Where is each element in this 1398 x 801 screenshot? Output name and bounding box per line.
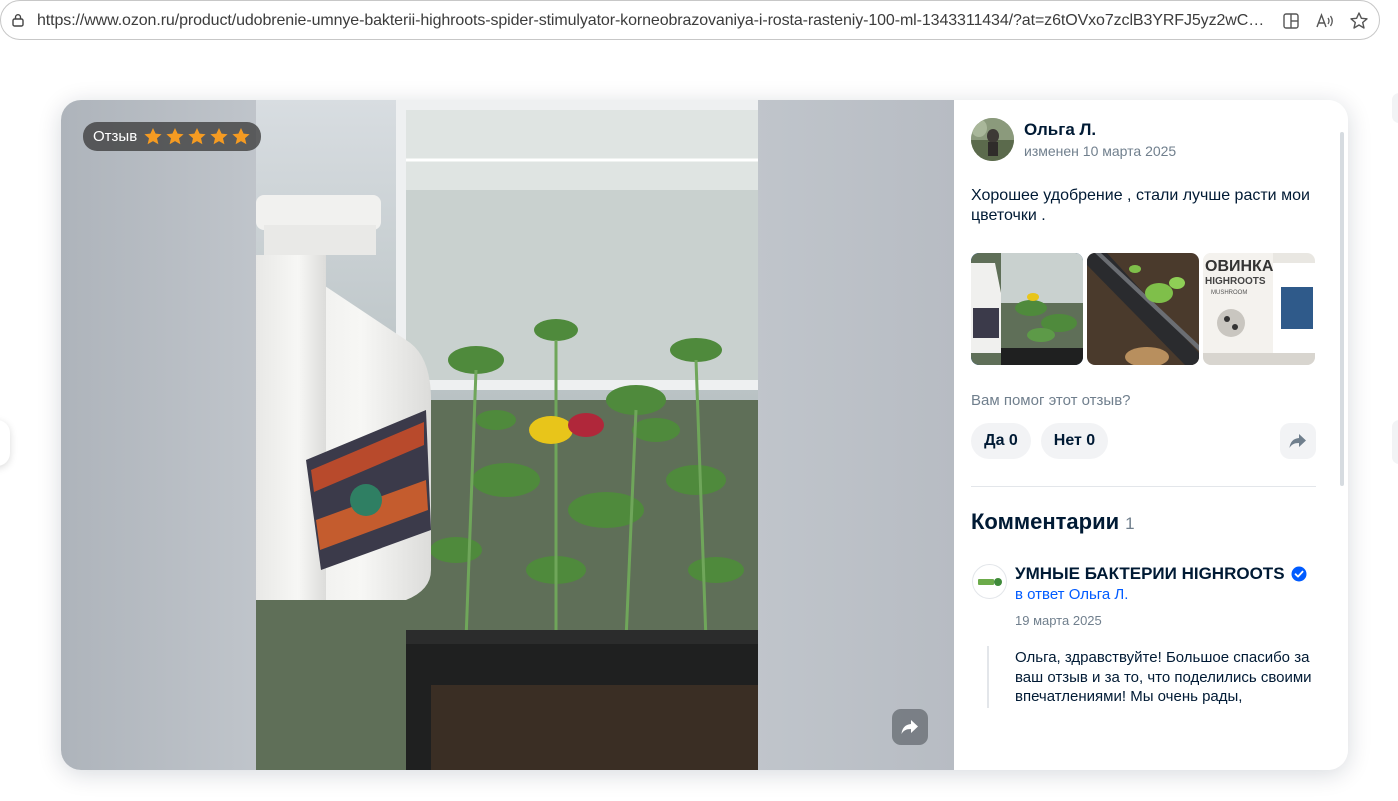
svg-text:MUSHROOM: MUSHROOM (1211, 290, 1247, 296)
review-photo[interactable] (256, 100, 758, 770)
review-thumbnails: ОВИНКА HIGHROOTS MUSHROOM (971, 253, 1315, 365)
share-icon (1289, 434, 1306, 448)
panel-scrollbar[interactable] (1340, 132, 1344, 486)
comment-date: 19 марта 2025 (1015, 613, 1102, 628)
star-icon (188, 128, 206, 145)
comment-text: Ольга, здравствуйте! Большое спасибо за … (1015, 649, 1312, 705)
avatar[interactable] (971, 118, 1014, 161)
share-icon (901, 720, 918, 734)
verified-icon (1291, 566, 1307, 582)
seller-name[interactable]: УМНЫЕ БАКТЕРИИ HIGHROOTS (1015, 564, 1307, 584)
comment-author[interactable]: УМНЫЕ БАКТЕРИИ HIGHROOTS (1015, 564, 1285, 584)
prev-arrow[interactable] (0, 420, 10, 466)
comments-title: Комментарии (971, 509, 1120, 534)
svg-text:HIGHROOTS: HIGHROOTS (1205, 276, 1266, 287)
read-aloud-icon[interactable] (1314, 10, 1336, 32)
rating-stars (143, 127, 251, 146)
author-name[interactable]: Ольга Л. (1024, 120, 1096, 140)
star-icon (210, 128, 228, 145)
thumbnail[interactable] (971, 253, 1083, 365)
seller-avatar[interactable] (972, 564, 1007, 599)
side-scroll-handle (1392, 93, 1398, 123)
split-screen-icon[interactable] (1280, 10, 1302, 32)
comment-quote-bar (987, 646, 989, 708)
lock-icon[interactable] (11, 13, 25, 27)
thumbnail[interactable]: ОВИНКА HIGHROOTS MUSHROOM (1203, 253, 1315, 365)
next-arrow-peek[interactable] (1392, 420, 1398, 464)
badge-label: Отзыв (93, 128, 138, 145)
media-share-button[interactable] (892, 709, 928, 745)
review-modal: Отзыв Ольга Л. изменен 10 марта 2025 Хор… (61, 100, 1348, 770)
reply-to-link[interactable]: в ответ Ольга Л. (1015, 586, 1128, 603)
vote-yes-button[interactable]: Да 0 (971, 423, 1031, 459)
url-text[interactable]: https://www.ozon.ru/product/udobrenie-um… (37, 12, 1269, 30)
review-edited-date: изменен 10 марта 2025 (1024, 143, 1177, 159)
media-viewer: Отзыв (61, 100, 954, 770)
address-bar[interactable]: https://www.ozon.ru/product/udobrenie-um… (0, 0, 1380, 40)
vote-no-button[interactable]: Нет 0 (1041, 423, 1108, 459)
star-icon (144, 128, 162, 145)
review-text: Хорошее удобрение , стали лучше расти мо… (971, 187, 1310, 224)
thumbnail[interactable] (1087, 253, 1199, 365)
review-badge: Отзыв (83, 122, 262, 151)
star-icon (232, 128, 250, 145)
review-author: Ольга Л. изменен 10 марта 2025 (971, 118, 1176, 161)
star-icon (166, 128, 184, 145)
comments-count: 1 (1125, 514, 1135, 533)
favorite-star-icon[interactable] (1348, 10, 1370, 32)
review-panel: Ольга Л. изменен 10 марта 2025 Хорошее у… (954, 100, 1348, 770)
share-review-button[interactable] (1280, 423, 1316, 459)
svg-text:ОВИНКА: ОВИНКА (1205, 258, 1274, 275)
comments-heading: Комментарии 1 (971, 509, 1135, 535)
divider (971, 486, 1316, 487)
helpful-question: Вам помог этот отзыв? (971, 392, 1131, 409)
